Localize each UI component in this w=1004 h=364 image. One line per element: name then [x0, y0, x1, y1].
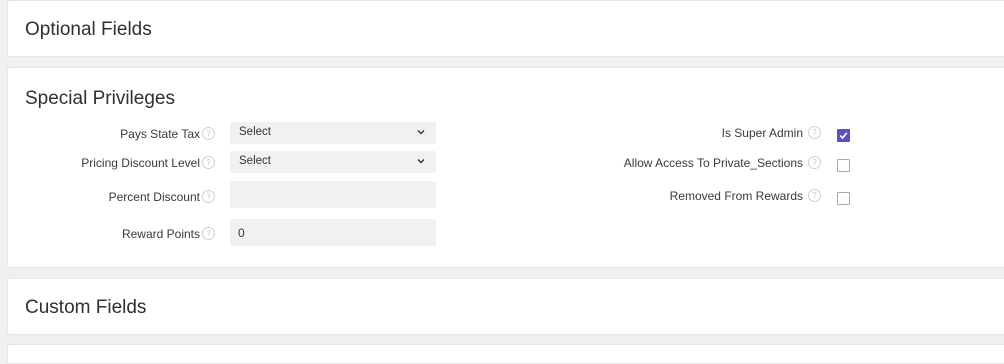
special-privileges-section: Special Privileges Pays State Tax ? Sele…: [7, 67, 1004, 268]
checkmark-icon: [839, 132, 848, 140]
help-icon[interactable]: ?: [202, 227, 215, 240]
help-icon[interactable]: ?: [202, 156, 215, 169]
pays-state-tax-value: Select: [239, 126, 271, 138]
removed-from-rewards-checkbox[interactable]: [837, 192, 850, 205]
custom-fields-title[interactable]: Custom Fields: [25, 297, 146, 319]
pricing-discount-level-value: Select: [239, 155, 271, 167]
pricing-discount-level-select[interactable]: Select: [230, 151, 436, 173]
pays-state-tax-select[interactable]: Select: [230, 122, 436, 144]
help-icon[interactable]: ?: [202, 190, 215, 203]
removed-from-rewards-label: Removed From Rewards: [669, 189, 803, 203]
optional-fields-title[interactable]: Optional Fields: [25, 19, 152, 41]
percent-discount-input[interactable]: [230, 181, 436, 208]
help-icon[interactable]: ?: [808, 156, 821, 169]
next-section: [7, 344, 1004, 364]
help-icon[interactable]: ?: [808, 126, 821, 139]
reward-points-label: Reward Points: [121, 227, 200, 241]
is-super-admin-checkbox[interactable]: [837, 129, 850, 142]
percent-discount-label: Percent Discount: [108, 190, 200, 204]
optional-fields-section: Optional Fields: [7, 0, 1004, 57]
reward-points-input[interactable]: 0: [230, 219, 436, 246]
special-privileges-title: Special Privileges: [25, 88, 175, 109]
pays-state-tax-label: Pays State Tax: [120, 127, 200, 141]
reward-points-value: 0: [238, 226, 245, 240]
chevron-down-icon: [417, 159, 425, 164]
allow-access-private-sections-label: Allow Access To Private_Sections: [623, 156, 803, 170]
custom-fields-section: Custom Fields: [7, 278, 1004, 335]
help-icon[interactable]: ?: [808, 189, 821, 202]
allow-access-private-sections-checkbox[interactable]: [837, 159, 850, 172]
help-icon[interactable]: ?: [202, 127, 215, 140]
is-super-admin-label: Is Super Admin: [721, 126, 803, 140]
chevron-down-icon: [417, 130, 425, 135]
pricing-discount-level-label: Pricing Discount Level: [81, 156, 200, 170]
